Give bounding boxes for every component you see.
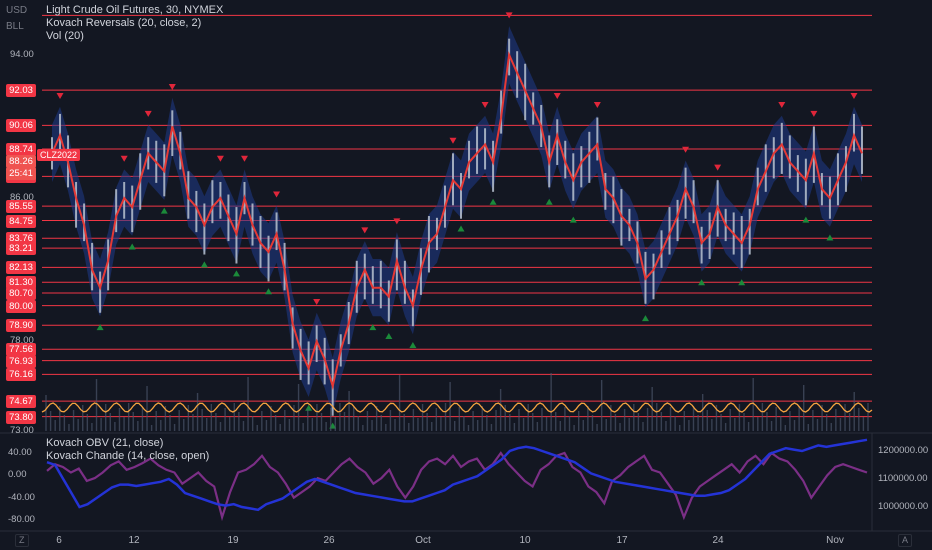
bar-countdown-label: 25:41: [6, 166, 36, 180]
price-level-label: 80.70: [6, 287, 36, 301]
current-price-label: 88.26: [6, 154, 36, 168]
indicator-legend-obv[interactable]: Kovach OBV (21, close): [46, 437, 163, 449]
price-level-label: 78.90: [6, 319, 36, 333]
time-tick-label: 26: [323, 535, 335, 546]
volume-oscillator-line: [41, 402, 873, 413]
buy-signal-marker: [128, 243, 136, 250]
mode-label: BLL: [6, 21, 24, 32]
time-tick-label: 6: [56, 535, 62, 546]
buy-signal-marker: [409, 342, 417, 349]
price-level-label: 73.80: [6, 410, 36, 424]
time-tick-label: 17: [616, 535, 628, 546]
buy-signal-marker: [802, 216, 810, 223]
buy-signal-marker: [641, 315, 649, 322]
auto-scale-button[interactable]: A: [898, 534, 913, 547]
sell-signal-marker: [361, 227, 369, 234]
price-level-label: 83.21: [6, 242, 36, 256]
symbol-title[interactable]: Light Crude Oil Futures, 30, NYMEX: [46, 4, 223, 16]
price-level-label: 74.67: [6, 395, 36, 409]
sell-signal-marker: [553, 92, 561, 99]
sell-signal-marker: [56, 92, 64, 99]
buy-signal-marker: [457, 225, 465, 232]
sell-signal-marker: [393, 218, 401, 225]
sell-signal-marker: [850, 92, 858, 99]
price-tick-label: 94.00: [10, 48, 34, 60]
price-level-label: 82.13: [6, 261, 36, 275]
sell-signal-marker: [778, 101, 786, 108]
buy-signal-marker: [489, 198, 497, 205]
indicator-legend-chande[interactable]: Kovach Chande (14, close, open): [46, 450, 209, 462]
time-tick-label: 24: [712, 535, 724, 546]
buy-signal-marker: [545, 198, 553, 205]
price-level-label: 80.00: [6, 299, 36, 313]
indicator-legend-reversals[interactable]: Kovach Reversals (20, close, 2): [46, 17, 201, 29]
sell-signal-marker: [273, 191, 281, 198]
chart-root: USD BLL Light Crude Oil Futures, 30, NYM…: [0, 0, 932, 550]
currency-label: USD: [6, 5, 28, 16]
chart-canvas[interactable]: [0, 0, 932, 550]
chande-tick-label: -40.00: [8, 491, 35, 503]
price-level-label: 85.55: [6, 200, 36, 214]
sell-signal-marker: [120, 155, 128, 162]
price-level-label: 90.06: [6, 119, 36, 133]
time-tick-label: 19: [227, 535, 239, 546]
obv-tick-label: 1100000.00: [878, 473, 928, 484]
buy-signal-marker: [232, 270, 240, 277]
chande-tick-label: 0.00: [8, 469, 27, 481]
chande-tick-label: -80.00: [8, 514, 35, 525]
kovach-chande-line: [46, 451, 868, 522]
sell-signal-marker: [449, 137, 457, 144]
sell-signal-marker: [168, 84, 176, 91]
sell-signal-marker: [714, 164, 722, 171]
price-level-label: 76.16: [6, 368, 36, 382]
buy-signal-marker: [385, 333, 393, 340]
sell-signal-marker: [313, 299, 321, 306]
buy-signal-marker: [826, 234, 834, 241]
obv-tick-label: 1000000.00: [878, 501, 929, 512]
price-level-label: 92.03: [6, 84, 36, 98]
sell-signal-marker: [810, 110, 818, 117]
obv-tick-label: 1200000.00: [878, 445, 929, 456]
sell-signal-marker: [481, 101, 489, 108]
price-level-label: 76.93: [6, 354, 36, 368]
buy-signal-marker: [569, 216, 577, 223]
ticker-badge: CLZ2022: [37, 149, 81, 161]
sell-signal-marker: [682, 146, 690, 153]
sell-signal-marker: [240, 155, 248, 162]
price-level-label: 84.75: [6, 214, 36, 228]
time-tick-label: Oct: [415, 535, 431, 546]
buy-signal-marker: [265, 288, 273, 295]
indicator-legend-volume[interactable]: Vol (20): [46, 30, 84, 42]
sell-signal-marker: [593, 101, 601, 108]
buy-signal-marker: [160, 207, 168, 214]
time-tick-label: Nov: [826, 535, 844, 546]
buy-signal-marker: [200, 261, 208, 268]
chande-tick-label: 40.00: [8, 447, 32, 458]
price-tick-label: 73.00: [10, 425, 34, 436]
time-tick-label: 10: [519, 535, 531, 546]
sell-signal-marker: [144, 110, 152, 117]
zoom-reset-button[interactable]: Z: [15, 534, 29, 547]
time-tick-label: 12: [128, 535, 140, 546]
sell-signal-marker: [216, 155, 224, 162]
